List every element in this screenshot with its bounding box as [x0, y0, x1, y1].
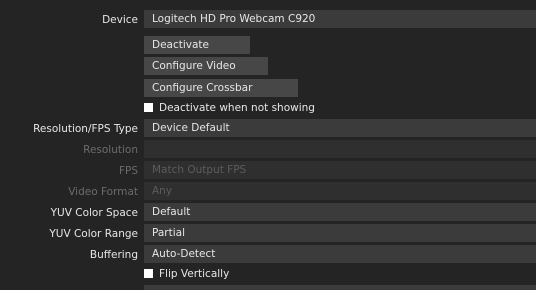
yuv-color-range-row: YUV Color Range Partial	[0, 224, 536, 244]
resolution-fps-type-select[interactable]: Device Default	[144, 119, 536, 137]
device-select[interactable]: Logitech HD Pro Webcam C920	[144, 10, 536, 28]
deactivate-when-not-showing-row: Deactivate when not showing	[0, 99, 536, 119]
resolution-field	[144, 140, 536, 158]
flip-vertically-row: Flip Vertically	[0, 265, 536, 285]
flip-vertically-checkbox[interactable]: Flip Vertically	[144, 265, 229, 283]
buffering-select[interactable]: Auto-Detect	[144, 245, 536, 263]
flip-vertically-label: Flip Vertically	[159, 268, 230, 280]
video-format-label: Video Format	[68, 186, 138, 198]
buffering-row: Buffering Auto-Detect	[0, 245, 536, 265]
configure-video-button[interactable]: Configure Video	[144, 57, 268, 75]
checkbox-box[interactable]	[144, 102, 153, 112]
resolution-fps-type-row: Resolution/FPS Type Device Default	[0, 119, 536, 139]
device-row: Device Logitech HD Pro Webcam C920	[0, 10, 536, 30]
next-row-field	[144, 285, 536, 290]
configure-crossbar-button[interactable]: Configure Crossbar	[144, 79, 298, 97]
deactivate-button[interactable]: Deactivate	[144, 36, 250, 54]
yuv-color-range-select[interactable]: Partial	[144, 224, 536, 242]
resolution-label: Resolution	[83, 144, 138, 156]
properties-panel: Device Logitech HD Pro Webcam C920 Deact…	[0, 0, 536, 290]
device-label: Device	[102, 14, 138, 26]
configure-crossbar-row: Configure Crossbar	[0, 79, 536, 99]
resolution-row: Resolution	[0, 140, 536, 160]
fps-row: FPS Match Output FPS	[0, 161, 536, 181]
yuv-color-space-label: YUV Color Space	[50, 207, 138, 219]
deactivate-when-not-showing-label: Deactivate when not showing	[159, 102, 315, 114]
resolution-fps-type-label: Resolution/FPS Type	[33, 123, 138, 135]
next-row-partial	[0, 285, 536, 290]
video-format-select: Any	[144, 182, 536, 200]
fps-label: FPS	[118, 165, 138, 177]
video-format-row: Video Format Any	[0, 182, 536, 202]
deactivate-row: Deactivate	[0, 36, 536, 56]
yuv-color-space-row: YUV Color Space Default	[0, 203, 536, 223]
buffering-label: Buffering	[89, 249, 138, 261]
yuv-color-space-select[interactable]: Default	[144, 203, 536, 221]
deactivate-when-not-showing-checkbox[interactable]: Deactivate when not showing	[144, 99, 315, 117]
yuv-color-range-label: YUV Color Range	[49, 228, 138, 240]
fps-select: Match Output FPS	[144, 161, 536, 179]
configure-video-row: Configure Video	[0, 57, 536, 77]
checkbox-box[interactable]	[144, 268, 153, 278]
